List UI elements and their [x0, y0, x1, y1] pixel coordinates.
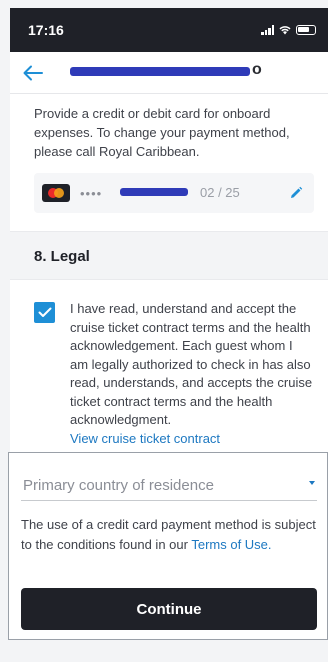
caret-down-icon: [309, 481, 315, 485]
terms-statement: The use of a credit card payment method …: [21, 517, 316, 552]
terms-of-use-link[interactable]: Terms of Use.: [191, 537, 271, 552]
back-arrow-icon[interactable]: [20, 60, 46, 86]
continue-button[interactable]: Continue: [21, 588, 317, 630]
checkmark-icon: [38, 307, 51, 317]
wifi-icon: [279, 26, 291, 35]
view-contract-link[interactable]: View cruise ticket contract: [70, 430, 314, 448]
legal-section-title: 8. Legal: [34, 248, 90, 265]
card-expiry: 02 / 25: [200, 185, 240, 200]
page-title-fragment: o: [252, 61, 262, 78]
country-select-placeholder: Primary country of residence: [23, 477, 214, 494]
terms-text: The use of a credit card payment method …: [21, 515, 321, 554]
payment-intro-text: Provide a credit or debit card for onboa…: [34, 106, 290, 159]
status-bar: 17:16: [10, 8, 328, 52]
redacted-title: [70, 67, 250, 76]
bottom-panel: Primary country of residence The use of …: [8, 452, 328, 640]
consent-text: I have read, understand and accept the c…: [70, 301, 313, 427]
payment-card-row[interactable]: •••• 02 / 25: [34, 173, 314, 213]
legal-section-header: 8. Legal: [10, 231, 328, 280]
screenshot-frame: 17:16 o Provide a credit or debit card f…: [0, 0, 328, 662]
country-of-residence-select[interactable]: Primary country of residence: [21, 471, 317, 501]
app-header: o: [10, 52, 328, 94]
status-icons: [261, 25, 316, 35]
card-number-mask: ••••: [80, 185, 103, 201]
phone-screen: 17:16 o Provide a credit or debit card f…: [10, 8, 328, 456]
consent-checkbox[interactable]: [34, 302, 55, 323]
status-time: 17:16: [28, 22, 64, 38]
legal-consent: I have read, understand and accept the c…: [10, 280, 328, 448]
consent-body: I have read, understand and accept the c…: [70, 300, 314, 448]
pencil-icon[interactable]: [288, 185, 304, 201]
battery-icon: [296, 25, 316, 35]
redacted-card-number: [120, 188, 188, 196]
mastercard-logo: [42, 184, 70, 202]
signal-icon: [261, 25, 274, 35]
